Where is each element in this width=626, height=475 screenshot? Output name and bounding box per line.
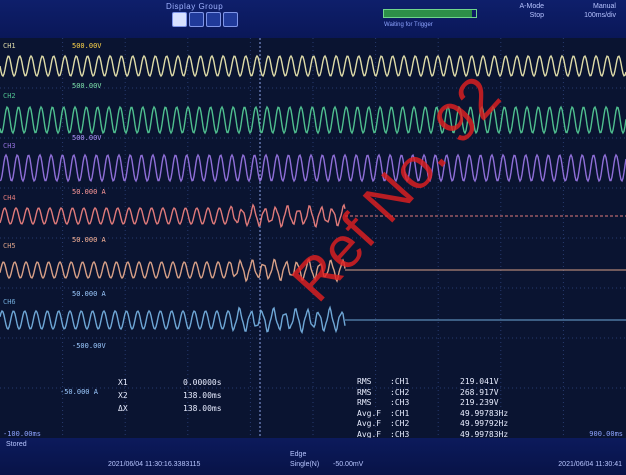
left-time-axis-label: -100.00ms — [3, 430, 41, 438]
channel-4-label: CH4 — [3, 194, 16, 202]
negative-current-scale: -50.000 A — [60, 388, 98, 396]
cursor-x1-value: 0.00000s — [183, 378, 222, 387]
right-time-axis-label: 900.00ms — [589, 430, 623, 438]
trigger-progress-fill — [384, 10, 473, 17]
channel-5-label: CH5 — [3, 242, 16, 250]
measurement-value: 219.239V — [460, 398, 499, 407]
measurement-ch: :CH3 — [390, 429, 410, 439]
measurement-name: Avg.F — [357, 429, 382, 439]
measurement-name: RMS — [357, 387, 372, 397]
trigger-level[interactable]: -50.00mV — [333, 461, 363, 468]
measurement-value: 49.99783Hz — [460, 408, 509, 418]
channel-2-label: CH2 — [3, 92, 16, 100]
oscilloscope-window: Display Group Waiting for Trigger A-Mode… — [0, 0, 626, 475]
cursor-dx-label: ΔX — [118, 404, 128, 413]
measurement-ch: :CH2 — [390, 419, 410, 428]
measurement-value: 49.99783Hz — [460, 429, 509, 439]
channel-5-scale: 50.000 A — [72, 236, 106, 244]
current-time: 2021/06/04 11:30:41 — [558, 461, 622, 468]
channel-4-trace — [0, 203, 346, 229]
channel-6-label: CH6 — [3, 298, 16, 306]
channel-2-trace — [0, 105, 626, 135]
cursor-x2-value: 138.00ms — [183, 391, 222, 400]
trigger-mode[interactable]: Single(N) — [290, 461, 319, 468]
measurement-name: Avg.F — [357, 408, 382, 418]
channel-1-scale: 500.00V — [72, 42, 102, 50]
negative-voltage-scale: -500.00V — [72, 342, 106, 350]
group-2-button[interactable] — [189, 12, 204, 27]
status-bar: Stored 2021/06/04 11:30:16.3383115 Edge … — [0, 438, 626, 475]
trigger-timestamp: 2021/06/04 11:30:16.3383115 — [108, 461, 201, 468]
waveform-display[interactable]: CH1 500.00V CH2 500.00V CH3 500.00V CH4 … — [0, 38, 626, 438]
channel-4-scale: 50.000 A — [72, 188, 106, 196]
channel-3-scale: 500.00V — [72, 134, 102, 142]
trigger-progress-bar — [383, 9, 477, 18]
cursor-x2-label: X2 — [118, 391, 128, 400]
measurement-ch: :CH3 — [390, 398, 410, 407]
measurement-ch: :CH2 — [390, 387, 410, 397]
timebase-line-1: Manual — [593, 3, 616, 10]
mode-line-1: A-Mode — [519, 3, 544, 10]
channel-6-trace — [0, 305, 346, 335]
mode-line-2: Stop — [529, 12, 544, 19]
cursor-x1-label: X1 — [118, 378, 128, 387]
group-3-button[interactable] — [206, 12, 221, 27]
measurement-name: Avg.F — [357, 419, 382, 428]
channel-1-label: CH1 — [3, 42, 16, 50]
channel-3-trace — [0, 153, 626, 183]
channel-3-label: CH3 — [3, 142, 16, 150]
top-bar: Display Group Waiting for Trigger A-Mode… — [0, 0, 626, 38]
measurement-name: RMS — [357, 398, 372, 407]
measurement-value: 268.917V — [460, 387, 499, 397]
acquisition-mode[interactable]: A-Mode Stop — [519, 2, 544, 20]
group-4-button[interactable] — [223, 12, 238, 27]
trigger-progress-label: Waiting for Trigger — [384, 22, 433, 28]
display-group-title: Display Group — [166, 2, 224, 11]
channel-6-scale: 50.000 A — [72, 290, 106, 298]
stored-status: Stored — [6, 441, 27, 448]
channel-2-scale: 500.00V — [72, 82, 102, 90]
measurement-name: RMS — [357, 377, 372, 386]
measurement-value: 49.99792Hz — [460, 419, 509, 428]
timebase-line-2: 100ms/div — [584, 12, 616, 19]
cursor-dx-value: 138.00ms — [183, 404, 222, 413]
measurement-ch: :CH1 — [390, 377, 410, 386]
channel-5-trace — [0, 257, 346, 283]
group-1-button[interactable] — [172, 12, 187, 27]
measurement-value: 219.041V — [460, 377, 499, 386]
edge-label: Edge — [290, 451, 307, 458]
measurement-ch: :CH1 — [390, 408, 410, 418]
timebase-mode[interactable]: Manual 100ms/div — [584, 2, 616, 20]
